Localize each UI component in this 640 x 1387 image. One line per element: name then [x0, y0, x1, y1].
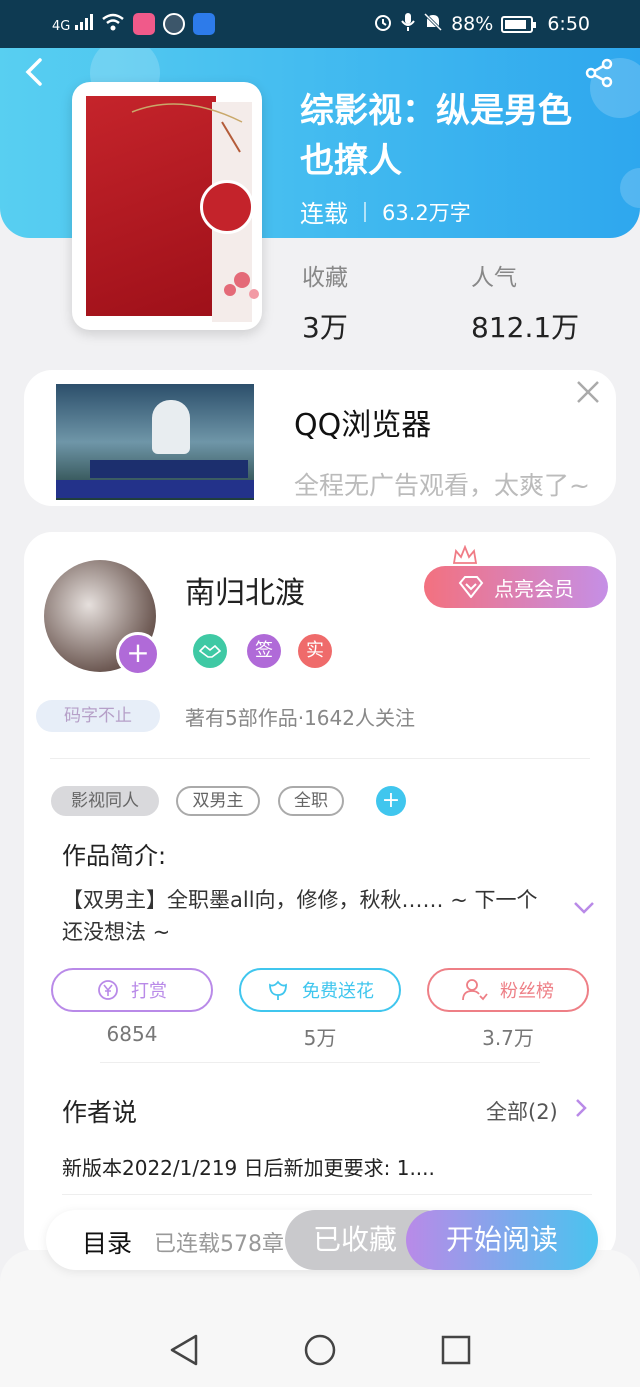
ad-figure — [152, 400, 190, 454]
tip-button[interactable]: 打赏 — [51, 968, 213, 1012]
author-meta: 著有5部作品·1642人关注 — [185, 706, 415, 730]
ad-description: 全程无广告观看，太爽了~ — [294, 471, 590, 500]
ad-banner — [90, 460, 248, 478]
intro-label: 作品简介: — [62, 842, 167, 870]
chevron-right-icon[interactable] — [574, 1098, 588, 1118]
user-icon — [462, 979, 488, 1001]
chevron-down-icon[interactable] — [572, 900, 596, 916]
stat-value: 3万 — [302, 311, 348, 344]
signed-badge[interactable]: 签 — [247, 634, 281, 668]
decor-bubble — [620, 168, 640, 208]
flower-icon — [269, 980, 287, 1000]
book-status-line: 连载 63.2万字 — [300, 194, 471, 229]
follow-author-button[interactable]: + — [116, 632, 160, 676]
close-icon — [577, 381, 599, 403]
fan-ranking-button[interactable]: 粉丝榜 — [427, 968, 589, 1012]
fan-ranking-label: 粉丝榜 — [500, 981, 554, 1002]
word-count: 63.2万字 — [382, 200, 471, 225]
free-flower-button[interactable]: 免费送花 — [239, 968, 401, 1012]
divider — [364, 201, 366, 222]
toc-chapter-info[interactable]: 已连载578章 — [154, 1226, 294, 1258]
intro-text: 【双男主】全职墨all向，修修，秋秋…… ~ 下一个还没想法 ~ — [62, 888, 538, 944]
wifi-icon — [101, 13, 125, 36]
nav-home-icon[interactable] — [300, 1330, 340, 1370]
ad-close-button[interactable] — [572, 376, 604, 408]
network-type-label: 4G — [52, 19, 71, 34]
nav-recents-icon[interactable] — [436, 1330, 476, 1370]
divider — [50, 758, 590, 759]
diamond-icon — [458, 576, 484, 598]
cover-decor — [131, 103, 259, 299]
ad-image — [56, 384, 254, 500]
mute-bell-icon — [423, 12, 443, 37]
toc-button[interactable]: 目录 — [82, 1224, 132, 1260]
app-notification-icon — [132, 13, 155, 35]
bulb-app-icon — [192, 13, 215, 35]
divider — [62, 1194, 592, 1195]
start-reading-button[interactable]: 开始阅读 — [406, 1210, 598, 1270]
fan-count: 3.7万 — [482, 1026, 534, 1050]
share-icon — [585, 58, 613, 88]
battery-percent: 88% — [451, 13, 494, 35]
yen-coin-icon — [98, 980, 118, 1000]
shield-icon — [162, 13, 185, 35]
ad-banner — [56, 480, 254, 498]
battery-icon — [501, 15, 537, 33]
stat-label: 人气 — [471, 265, 517, 291]
add-tag-button[interactable]: + — [376, 786, 406, 816]
author-says-label: 作者说 — [62, 1098, 138, 1127]
microphone-icon — [401, 12, 415, 37]
ad-card[interactable]: QQ浏览器 全程无广告观看，太爽了~ — [24, 370, 616, 506]
author-says-text[interactable]: 新版本2022/1/219 日后新加更要求: 1.... — [62, 1152, 435, 1181]
book-cover[interactable] — [72, 82, 262, 330]
divider — [100, 1062, 540, 1063]
tip-label: 打赏 — [131, 981, 167, 1002]
serial-status: 连载 — [300, 200, 348, 228]
author-says-all-link[interactable]: 全部(2) — [486, 1096, 558, 1126]
share-button[interactable] — [584, 58, 614, 88]
tag-item[interactable]: 全职 — [278, 786, 344, 816]
handshake-badge-icon[interactable] — [193, 634, 227, 668]
stat-value: 812.1万 — [471, 311, 580, 344]
stat-label: 收藏 — [302, 265, 348, 291]
clock: 6:50 — [547, 13, 590, 35]
tag-item[interactable]: 影视同人 — [51, 786, 159, 816]
vip-button-label: 点亮会员 — [494, 576, 574, 601]
signal-icon: 4G — [52, 14, 93, 34]
tag-item[interactable]: 双男主 — [176, 786, 260, 816]
alarm-icon — [373, 12, 393, 37]
book-title: 综影视：纵是男色也撩人 — [300, 91, 572, 181]
vip-button[interactable]: 点亮会员 — [424, 566, 608, 608]
plus-icon: + — [381, 788, 401, 813]
back-button[interactable] — [22, 56, 54, 88]
nav-back-icon[interactable] — [164, 1330, 204, 1370]
typing-badge: 码字不止 — [36, 700, 160, 732]
stat-popularity: 人气 812.1万 — [471, 258, 579, 346]
free-flower-label: 免费送花 — [302, 981, 374, 1002]
plus-icon: + — [126, 636, 150, 669]
crown-icon — [452, 545, 478, 564]
verified-badge[interactable]: 实 — [298, 634, 332, 668]
ad-title: QQ浏览器 — [294, 408, 432, 443]
chevron-left-icon — [25, 58, 42, 86]
status-bar: 4G 88% 6:50 — [0, 0, 640, 48]
author-name[interactable]: 南归北渡 — [185, 568, 305, 612]
flower-count: 5万 — [303, 1026, 337, 1050]
tip-count: 6854 — [106, 1022, 158, 1046]
stat-favorites: 收藏 3万 — [302, 258, 348, 346]
